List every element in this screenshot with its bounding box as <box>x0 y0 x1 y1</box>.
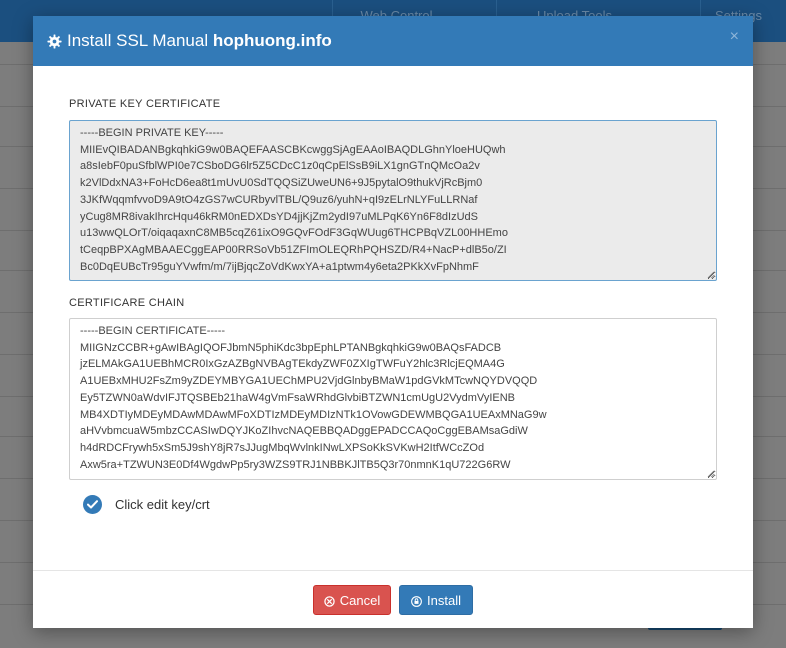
lock-icon <box>411 595 422 607</box>
certificate-chain-line: Axw5ra+TZWUN3E0Df4WgdwPp5ry3WZS9TRJ1NBBK… <box>80 458 511 471</box>
private-key-line: a8sIebF0puSfblWPI0e7CSboDG6lr5Z5CDcC1z0q… <box>80 160 480 173</box>
install-button-label: Install <box>427 592 461 608</box>
private-key-line: MIIEvQIBADANBgkqhkiG9w0BAQEFAASCBKcwggSj… <box>80 143 506 156</box>
certificate-chain-begin-line: -----BEGIN CERTIFICATE----- <box>80 325 226 337</box>
install-button[interactable]: Install <box>399 585 473 615</box>
private-key-begin-line: -----BEGIN PRIVATE KEY----- <box>80 127 224 139</box>
private-key-line: k2VlDdxNA3+FoHcD6ea8t1mUvU0SdTQQSiZUweUN… <box>80 177 483 190</box>
edit-key-checkbox-label: Click edit key/crt <box>115 497 210 512</box>
private-key-line: tCeqpBPXAgMBAAECggEAP00RRSoVb51ZFImOLEQR… <box>80 243 507 256</box>
resize-grip-icon[interactable] <box>707 271 715 279</box>
checkbox-checked-icon[interactable] <box>83 495 102 514</box>
modal-title-domain: hophuong.info <box>212 31 332 50</box>
modal-header: Install SSL Manual hophuong.info × <box>33 16 753 66</box>
certificate-chain-line: A1UEBxMHU2FsZm9yZDEYMBYGA1UEChMPU2VjdGln… <box>80 375 538 388</box>
cancel-button[interactable]: Cancel <box>313 585 391 615</box>
install-ssl-modal: Install SSL Manual hophuong.info × PRIVA… <box>33 16 753 628</box>
modal-title: Install SSL Manual hophuong.info <box>67 31 332 51</box>
modal-title-prefix: Install SSL Manual <box>67 31 209 50</box>
private-key-line: yCug8MR8ivakIhrcHqu46kRM0nEDXDsYD4jjKjZm… <box>80 210 479 223</box>
certificate-chain-line: jzELMAkGA1UEBhMCR0IxGzAZBgNVBAgTEkdyZWF0… <box>80 358 505 371</box>
edit-key-checkbox-row[interactable]: Click edit key/crt <box>83 495 210 514</box>
certificate-chain-label: CERTIFICARE CHAIN <box>69 297 185 309</box>
cancel-button-label: Cancel <box>339 592 381 608</box>
close-button[interactable]: × <box>730 28 739 46</box>
private-key-line: Bc0DqEUBcTr95guYVwfm/m/7ijBjqcZoVdKwxYA+… <box>80 260 479 273</box>
cancel-circle-icon <box>324 595 335 607</box>
private-key-label: PRIVATE KEY CERTIFICATE <box>69 98 221 110</box>
gear-icon <box>47 33 62 49</box>
modal-footer: Cancel Install <box>33 570 753 628</box>
certificate-chain-line: Ey5TZWN0aWdvIFJTQSBEb21haW4gVmFsaWRhdGlv… <box>80 391 515 404</box>
certificate-chain-line: h4dRDCFrywh5xSm5J9shY8jR7sJJugMbqWvlnkIN… <box>80 441 485 454</box>
private-key-line: 3JKfWqqmfvvoD9A9tO4zGS7wCURbyvlTBL/Q9uz6… <box>80 193 478 206</box>
private-key-line: u13wwQLOrT/oiqaqaxnC8MB5cqZ61ixO9GQvFOdF… <box>80 227 508 240</box>
private-key-textarea[interactable]: -----BEGIN PRIVATE KEY----- MIIEvQIBADANB… <box>69 120 717 281</box>
certificate-chain-line: MB4XDTIyMDEyMDAwMDAwMFoXDTIzMDEyMDIzNTk1… <box>80 408 547 421</box>
certificate-chain-line: aHVvbmcuaW5mbzCCASIwDQYJKoZIhvcNAQEBBQAD… <box>80 425 528 438</box>
certificate-chain-textarea[interactable]: -----BEGIN CERTIFICATE----- MIIGNzCCBR+gA… <box>69 318 717 480</box>
resize-grip-icon[interactable] <box>707 470 715 478</box>
certificate-chain-line: MIIGNzCCBR+gAwIBAgIQOFJbmN5phiKdc3bpEphL… <box>80 341 502 354</box>
